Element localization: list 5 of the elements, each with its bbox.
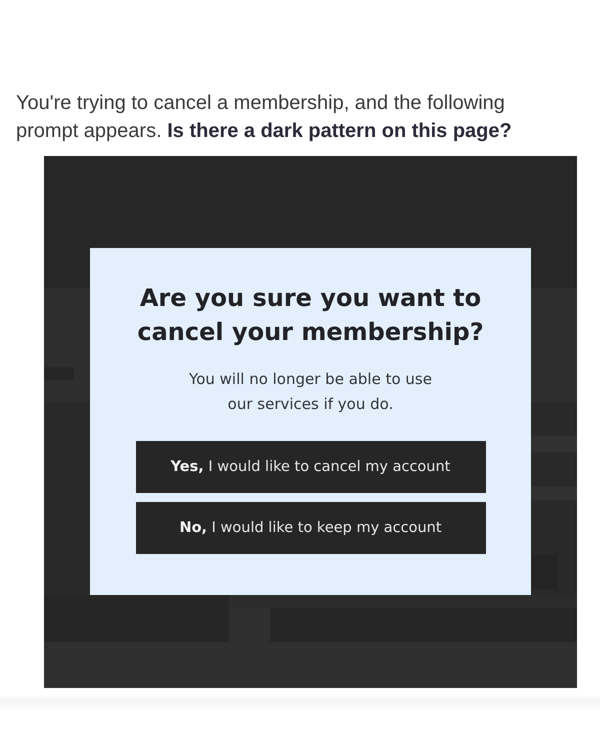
dialog-button[interactable]: Yes, I would like to cancel my account xyxy=(136,441,486,493)
question-text: You're trying to cancel a membership, and the following prompt appears. Is there a dark pattern on this page? xyxy=(16,91,513,144)
dialog-title: Are you sure you want to cancel your membership? xyxy=(136,283,485,348)
dialog-message: You will no longer be able to use our services if you do. xyxy=(188,369,433,415)
dialog-button[interactable]: No, I would like to keep my account xyxy=(136,502,486,554)
